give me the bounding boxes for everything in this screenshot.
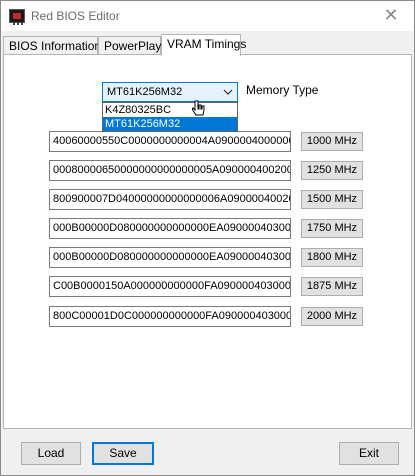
- tab-vram-timings[interactable]: VRAM Timings: [161, 34, 246, 56]
- load-button[interactable]: Load: [21, 442, 81, 465]
- frequency-button[interactable]: 1000 MHz: [301, 132, 363, 151]
- timing-row-1800: 000B00000D080000000000000EA090000403000 …: [1, 247, 415, 269]
- tab-strip: BIOS Information PowerPlay VRAM Timings: [3, 34, 412, 56]
- frequency-button[interactable]: 1750 MHz: [301, 219, 363, 238]
- frequency-button[interactable]: 1800 MHz: [301, 248, 363, 267]
- memory-type-select[interactable]: MT61K256M32: [102, 82, 238, 102]
- timing-row-1875: C00B0000150A000000000000FA09000040300000…: [1, 276, 415, 298]
- chevron-down-icon: [223, 85, 233, 99]
- timing-field[interactable]: C00B0000150A000000000000FA09000040300000: [49, 276, 291, 297]
- frequency-button[interactable]: 2000 MHz: [301, 307, 363, 326]
- window-title: Red BIOS Editor: [31, 9, 120, 23]
- timing-field[interactable]: 800900007D04000000000000006A090000400200…: [49, 189, 291, 210]
- frequency-button[interactable]: 1875 MHz: [301, 277, 363, 296]
- frequency-button[interactable]: 1250 MHz: [301, 161, 363, 180]
- timing-field[interactable]: 000B00000D080000000000000EA090000403000: [49, 218, 291, 239]
- timing-row-1750: 000B00000D080000000000000EA090000403000 …: [1, 218, 415, 240]
- tab-powerplay[interactable]: PowerPlay: [98, 36, 161, 55]
- timing-field[interactable]: 000B00000D080000000000000EA090000403000: [49, 247, 291, 268]
- memory-type-value: MT61K256M32: [107, 86, 183, 98]
- memory-type-dropdown: K4Z80325BC MT61K256M32: [102, 102, 238, 132]
- timing-row-1250: 00080000650000000000000005A0900004002000…: [1, 160, 415, 182]
- memory-type-label: Memory Type: [246, 83, 319, 97]
- timing-field[interactable]: 00080000650000000000000005A0900004002000…: [49, 160, 291, 181]
- dropdown-option-selected[interactable]: MT61K256M32: [103, 117, 237, 131]
- app-window: Red BIOS Editor ✕ BIOS Information Power…: [0, 0, 415, 476]
- timing-field[interactable]: 800C00001D0C000000000000FA09000040300000: [49, 306, 291, 327]
- timing-row-2000: 800C00001D0C000000000000FA09000040300000…: [1, 306, 415, 328]
- mouse-cursor-icon: [191, 100, 206, 123]
- timing-row-1000: 40060000550C0000000000004A09000040000000…: [1, 131, 415, 153]
- app-chip-icon: [9, 9, 25, 25]
- title-bar: Red BIOS Editor ✕: [1, 1, 414, 31]
- dropdown-option[interactable]: K4Z80325BC: [103, 103, 237, 117]
- tab-bios-information[interactable]: BIOS Information: [3, 36, 101, 55]
- timing-field[interactable]: 40060000550C0000000000004A09000040000000: [49, 131, 291, 152]
- close-icon[interactable]: ✕: [368, 1, 414, 31]
- frequency-button[interactable]: 1500 MHz: [301, 190, 363, 209]
- exit-button[interactable]: Exit: [339, 442, 399, 465]
- save-button[interactable]: Save: [92, 442, 154, 465]
- timing-row-1500: 800900007D04000000000000006A090000400200…: [1, 189, 415, 211]
